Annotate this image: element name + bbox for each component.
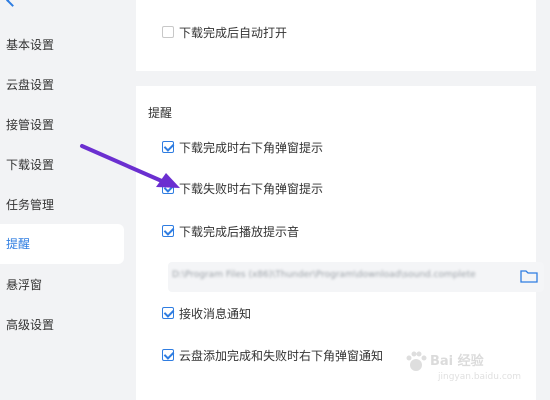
sound-path-text: D:\Program Files (x86)\Thunder\Program\d…	[172, 270, 476, 280]
label-play-sound: 下载完成后播放提示音	[179, 225, 300, 239]
sidebar-item-floating-window[interactable]: 悬浮窗	[0, 265, 124, 305]
sidebar-item-takeover[interactable]: 接管设置	[0, 105, 124, 145]
sidebar-item-advanced[interactable]: 高级设置	[0, 305, 124, 345]
checkbox-play-sound[interactable]	[162, 225, 174, 237]
watermark-url: jingyan.baidu.com	[438, 372, 522, 382]
folder-icon[interactable]	[520, 269, 538, 283]
sidebar-item-basic[interactable]: 基本设置	[0, 25, 124, 65]
label-download-complete-popup: 下载完成时右下角弹窗提示	[179, 141, 324, 155]
checkbox-receive-messages[interactable]	[162, 307, 174, 319]
checkbox-cloud-add-popup[interactable]	[162, 349, 174, 361]
auto-open-label: 下载完成后自动打开	[179, 26, 288, 40]
settings-sidebar: 基本设置 云盘设置 接管设置 下载设置 任务管理 提醒 悬浮窗 高级设置	[0, 0, 130, 400]
label-cloud-add-popup: 云盘添加完成和失败时右下角弹窗通知	[179, 349, 384, 363]
sound-path-input[interactable]: D:\Program Files (x86)\Thunder\Program\d…	[168, 262, 544, 292]
label-receive-messages: 接收消息通知	[179, 307, 252, 321]
sidebar-item-cloud[interactable]: 云盘设置	[0, 65, 124, 105]
sidebar-item-reminder[interactable]: 提醒	[0, 224, 124, 264]
section-title-reminder: 提醒	[148, 106, 173, 120]
baidu-jingyan-watermark: Bai 经验 jingyan.baidu.com	[404, 348, 544, 394]
watermark-text: Bai 经验	[430, 354, 484, 369]
paw-logo-icon	[406, 351, 427, 371]
annotation-arrow-icon	[80, 144, 180, 188]
label-download-failed-popup: 下载失败时右下角弹窗提示	[179, 182, 324, 196]
auto-open-checkbox[interactable]	[162, 26, 174, 38]
